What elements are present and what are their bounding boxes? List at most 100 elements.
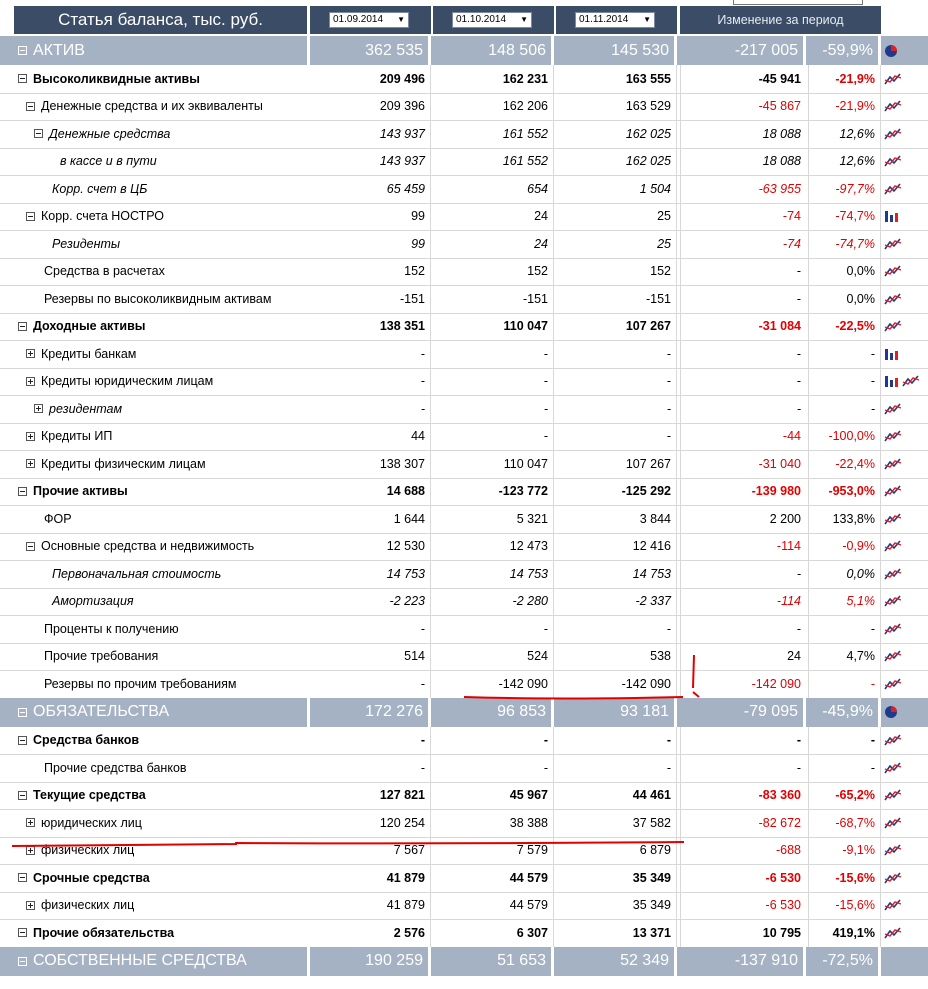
line-chart-icon[interactable] [884,127,902,141]
line-chart-icon[interactable] [884,816,902,830]
line-chart-icon[interactable] [884,154,902,168]
line-chart-icon[interactable] [884,319,902,333]
value-2014-10-01: - [433,615,554,643]
collapse-icon[interactable] [18,873,27,883]
value-2014-09-01: 14 753 [310,560,431,588]
row-label: Прочие обязательства [14,919,310,947]
change-percent: -59,9% [808,36,881,65]
collapse-icon[interactable] [18,486,27,496]
value-2014-09-01: 2 576 [310,919,431,947]
change-percent: 0,0% [808,257,881,285]
collapse-icon[interactable] [26,101,35,111]
line-chart-icon[interactable] [884,622,902,636]
expand-icon[interactable] [26,459,35,469]
value-2014-11-01: - [556,422,677,450]
value-2014-09-01: 152 [310,257,431,285]
line-chart-icon[interactable] [884,871,902,885]
collapse-icon[interactable] [18,74,27,84]
value-2014-09-01: 99 [310,230,431,258]
chevron-down-icon: ▼ [643,15,651,24]
line-chart-icon[interactable] [884,898,902,912]
pie-chart-icon[interactable] [884,44,902,58]
line-chart-icon[interactable] [884,649,902,663]
expand-icon[interactable] [26,431,35,441]
line-chart-icon[interactable] [884,484,902,498]
table-row: Прочие требования 514 524 538 24 4,7% [0,642,928,671]
line-chart-icon[interactable] [884,926,902,940]
value-2014-11-01: -142 090 [556,670,677,698]
bar-chart-icon[interactable] [884,209,902,223]
collapse-icon[interactable] [18,928,27,938]
line-chart-icon[interactable] [884,788,902,802]
value-2014-09-01: - [310,670,431,698]
value-2014-11-01: 107 267 [556,312,677,340]
line-chart-icon[interactable] [884,843,902,857]
change-absolute: -114 [680,587,806,615]
line-chart-icon[interactable] [884,539,902,553]
line-chart-icon[interactable] [884,429,902,443]
collapse-icon[interactable] [26,541,35,551]
value-2014-10-01: 14 753 [433,560,554,588]
collapse-icon[interactable] [18,735,27,745]
bar-chart-icon[interactable] [884,347,902,361]
line-chart-icon[interactable] [884,567,902,581]
date-select-2[interactable]: 01.10.2014 ▼ [452,12,532,28]
value-2014-09-01: 143 937 [310,147,431,175]
date-select-1[interactable]: 01.09.2014 ▼ [329,12,409,28]
change-absolute: -74 [680,202,806,230]
table-row: резидентам - - - - - [0,395,928,424]
expand-icon[interactable] [26,349,35,359]
line-chart-icon[interactable] [884,182,902,196]
line-chart-icon[interactable] [884,457,902,471]
collapse-icon[interactable] [18,790,27,800]
line-chart-icon[interactable] [902,374,920,388]
line-chart-icon[interactable] [884,292,902,306]
value-2014-11-01: 35 349 [556,864,677,892]
line-chart-icon[interactable] [884,512,902,526]
value-2014-09-01: 12 530 [310,532,431,560]
collapse-icon[interactable] [18,707,27,717]
line-chart-icon[interactable] [884,237,902,251]
value-2014-11-01: 44 461 [556,781,677,809]
collapse-icon[interactable] [26,211,35,221]
table-row: Проценты к получению - - - - - [0,615,928,644]
line-chart-icon[interactable] [884,402,902,416]
change-percent: - [808,726,881,754]
value-2014-10-01: -123 772 [433,477,554,505]
line-chart-icon[interactable] [884,264,902,278]
value-2014-10-01: 110 047 [433,312,554,340]
table-row: Текущие средства 127 821 45 967 44 461 -83 3… [0,781,928,810]
change-absolute: - [680,257,806,285]
date-select-3[interactable]: 01.11.2014 ▼ [575,12,655,28]
collapse-icon[interactable] [18,46,27,55]
value-2014-09-01: 120 254 [310,809,431,837]
date-value: 01.11.2014 [579,14,629,25]
expand-icon[interactable] [26,900,35,910]
collapse-icon[interactable] [18,956,27,966]
pie-chart-icon[interactable] [884,705,902,719]
expand-icon[interactable] [26,818,35,828]
expand-icon[interactable] [26,845,35,855]
expand-icon[interactable] [26,376,35,386]
change-absolute: -79 095 [680,697,806,727]
value-2014-09-01: - [310,615,431,643]
chevron-down-icon: ▼ [520,15,528,24]
line-chart-icon[interactable] [884,72,902,86]
change-absolute: -139 980 [680,477,806,505]
value-2014-11-01: 162 025 [556,120,677,148]
change-percent: 12,6% [808,120,881,148]
line-chart-icon[interactable] [884,594,902,608]
line-chart-icon[interactable] [884,677,902,691]
row-label: Первоначальная стоимость [14,560,310,588]
line-chart-icon[interactable] [884,761,902,775]
change-percent: -0,9% [808,532,881,560]
row-label: Денежные средства [14,120,310,148]
collapse-icon[interactable] [18,321,27,331]
line-chart-icon[interactable] [884,733,902,747]
line-chart-icon[interactable] [884,99,902,113]
expand-icon[interactable] [34,404,43,414]
change-absolute: -45 941 [680,65,806,93]
value-2014-11-01: - [556,340,677,368]
bar-chart-icon[interactable] [884,374,902,388]
collapse-icon[interactable] [34,129,43,139]
